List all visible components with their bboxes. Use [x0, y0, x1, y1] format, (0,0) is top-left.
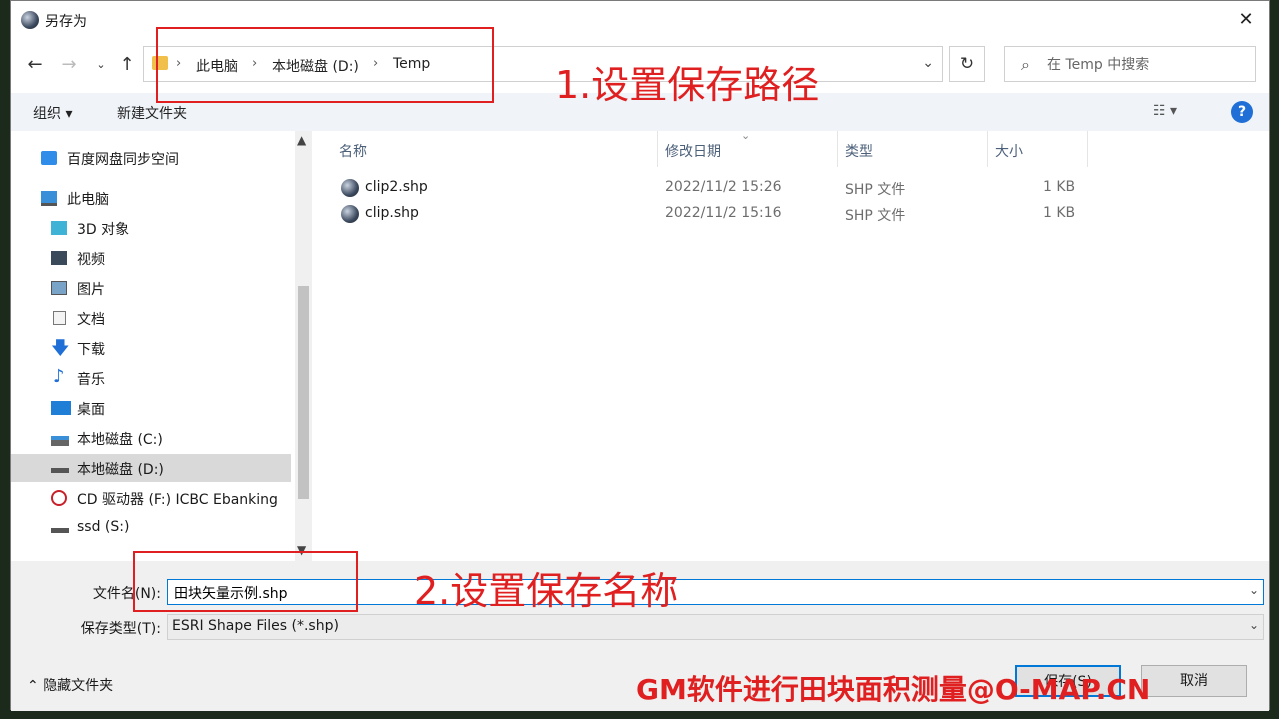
sidebar-item-desktop[interactable]: 桌面	[11, 394, 291, 422]
filetype-select[interactable]: ESRI Shape Files (*.shp) ⌄	[167, 614, 1264, 640]
file-size: 1 KB	[1043, 205, 1076, 221]
chevron-down-icon[interactable]: ⌄	[1249, 583, 1259, 597]
sidebar-scrollbar[interactable]: ▲ ▼	[295, 131, 312, 561]
sidebar-item-videos[interactable]: 视频	[11, 244, 291, 272]
view-options-icon[interactable]: ☷ ▾	[1153, 103, 1177, 119]
cancel-button[interactable]: 取消	[1141, 665, 1247, 697]
sidebar-item-drive-d[interactable]: 本地磁盘 (D:)	[11, 454, 291, 482]
file-type: SHP 文件	[845, 182, 906, 198]
sidebar-item-3d-objects[interactable]: 3D 对象	[11, 214, 291, 242]
hard-drive-icon	[51, 468, 69, 473]
window-title: 另存为	[45, 14, 87, 30]
computer-icon	[41, 191, 57, 206]
column-header-name[interactable]: 名称	[339, 141, 367, 161]
document-icon	[53, 311, 66, 325]
organize-menu[interactable]: 组织 ▾	[33, 103, 72, 123]
windows-drive-icon	[51, 436, 69, 446]
close-icon[interactable]: ✕	[1223, 1, 1269, 39]
sidebar-item-music[interactable]: ♪ 音乐	[11, 364, 291, 392]
sidebar-item-label: 下载	[77, 342, 105, 358]
new-folder-button[interactable]: 新建文件夹	[117, 103, 187, 123]
up-arrow-icon[interactable]: ↑	[115, 53, 139, 77]
annotation-step2: 2.设置保存名称	[414, 569, 679, 613]
sidebar-item-label: 此电脑	[67, 192, 109, 208]
sidebar-item-label: 文档	[77, 312, 105, 328]
hide-folders-label: 隐藏文件夹	[43, 678, 114, 694]
film-icon	[51, 251, 67, 265]
sidebar-item-label: ssd (S:)	[77, 519, 130, 535]
sidebar-item-ssd[interactable]: ssd (S:)	[11, 514, 291, 542]
globe-app-icon	[21, 11, 39, 29]
chevron-up-icon: ⌃	[27, 678, 44, 694]
sidebar-item-label: CD 驱动器 (F:) ICBC Ebanking	[77, 492, 278, 508]
desktop-icon	[51, 401, 71, 415]
file-name: clip.shp	[365, 205, 419, 221]
file-type: SHP 文件	[845, 208, 906, 224]
icbc-logo-icon	[51, 490, 67, 506]
annotation-step1: 1.设置保存路径	[555, 63, 820, 107]
file-date: 2022/11/2 15:16	[665, 205, 782, 221]
column-divider[interactable]	[1087, 131, 1088, 167]
file-row[interactable]: clip2.shp 2022/11/2 15:26 SHP 文件 1 KB	[333, 175, 1093, 201]
file-name: clip2.shp	[365, 179, 428, 195]
sidebar-item-cd-drive[interactable]: CD 驱动器 (F:) ICBC Ebanking	[11, 484, 291, 512]
column-divider[interactable]	[657, 131, 658, 167]
refresh-icon[interactable]: ↻	[949, 46, 985, 82]
sidebar-item-label: 视频	[77, 252, 105, 268]
sidebar-item-downloads[interactable]: 🡇 下载	[11, 334, 291, 362]
baidu-netdisk-icon	[41, 151, 57, 165]
column-header-date[interactable]: 修改日期	[665, 141, 721, 161]
scrollbar-thumb[interactable]	[298, 286, 309, 499]
sidebar-item-this-pc[interactable]: 此电脑	[11, 184, 291, 212]
column-header-size[interactable]: 大小	[995, 141, 1023, 161]
cube-icon	[51, 221, 67, 235]
hard-drive-icon	[51, 528, 69, 533]
sidebar-item-label: 桌面	[77, 402, 105, 418]
navigation-pane: 百度网盘同步空间 此电脑 3D 对象 视频 图片 文档 🡇 下载 ♪ 音乐 桌面…	[11, 131, 313, 561]
chevron-down-icon[interactable]: ⌄	[922, 55, 934, 71]
sort-indicator-icon: ⌄	[741, 129, 751, 142]
sidebar-item-pictures[interactable]: 图片	[11, 274, 291, 302]
sidebar-item-drive-c[interactable]: 本地磁盘 (C:)	[11, 424, 291, 452]
help-icon[interactable]: ?	[1231, 101, 1253, 123]
search-icon: ⌕	[1021, 55, 1030, 74]
search-input[interactable]	[1045, 53, 1249, 77]
file-list: ⌄ 名称 修改日期 类型 大小 clip2.shp 2022/11/2 15:2…	[313, 129, 1269, 561]
annotation-name-box	[133, 551, 358, 612]
column-header-type[interactable]: 类型	[845, 141, 873, 161]
shp-file-globe-icon	[341, 205, 359, 223]
sidebar-item-label: 音乐	[77, 372, 105, 388]
search-box[interactable]: ⌕	[1004, 46, 1256, 82]
sidebar-item-baidu-sync[interactable]: 百度网盘同步空间	[11, 144, 291, 172]
sidebar-item-label: 本地磁盘 (C:)	[77, 432, 163, 448]
annotation-path-box	[156, 27, 494, 103]
chevron-down-icon[interactable]: ⌄	[1249, 618, 1259, 632]
download-arrow-icon: 🡇	[51, 338, 70, 359]
music-note-icon: ♪	[53, 366, 65, 387]
forward-arrow-icon[interactable]: →	[57, 53, 81, 77]
file-date: 2022/11/2 15:26	[665, 179, 782, 195]
column-divider[interactable]	[987, 131, 988, 167]
back-arrow-icon[interactable]: ←	[23, 53, 47, 77]
sidebar-item-label: 3D 对象	[77, 222, 130, 238]
file-row[interactable]: clip.shp 2022/11/2 15:16 SHP 文件 1 KB	[333, 201, 1093, 227]
sidebar-item-label: 图片	[77, 282, 105, 298]
filetype-value: ESRI Shape Files (*.shp)	[172, 618, 339, 634]
sidebar-item-documents[interactable]: 文档	[11, 304, 291, 332]
recent-locations-chevron-icon[interactable]: ⌄	[89, 53, 113, 77]
sidebar-item-label: 百度网盘同步空间	[67, 152, 179, 168]
watermark: GM软件进行田块面积测量@O-MAP.CN	[636, 673, 1151, 706]
sidebar-item-label: 本地磁盘 (D:)	[77, 462, 164, 478]
filetype-label: 保存类型(T):	[80, 621, 161, 637]
picture-icon	[51, 281, 67, 295]
shp-file-globe-icon	[341, 179, 359, 197]
file-size: 1 KB	[1043, 179, 1076, 195]
column-divider[interactable]	[837, 131, 838, 167]
scroll-up-icon[interactable]: ▲	[297, 133, 306, 147]
hide-folders-toggle[interactable]: ⌃ 隐藏文件夹	[27, 675, 113, 695]
